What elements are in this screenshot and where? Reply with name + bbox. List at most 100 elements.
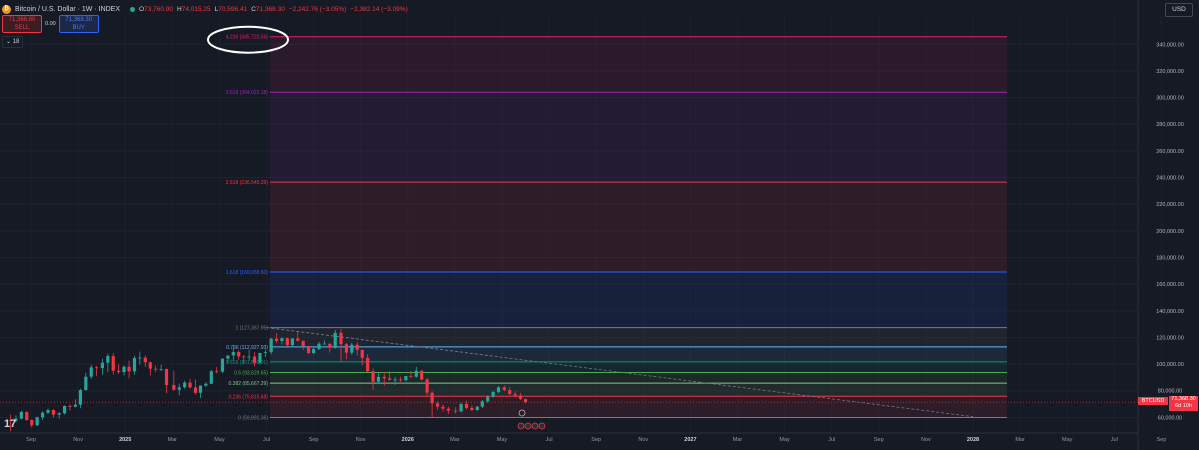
price-tick-label: 220,000.00 [1156,202,1184,208]
candle-body [414,370,418,377]
candle-body [464,404,469,409]
candle-body [269,338,273,353]
candle-body [122,366,126,373]
candle-body [486,396,490,402]
candle-body [454,410,458,412]
candle-body [242,356,246,358]
fib-level-label: 2.618 (236,545.29) [226,180,269,186]
candle-body [73,404,77,407]
candle-body [480,401,484,407]
candle-body [127,366,131,372]
symbol-header: ₿ Bitcoin / U.S. Dollar · 1W · INDEX O73… [2,2,408,16]
price-tick-label: 200,000.00 [1156,229,1184,235]
candle-body [252,356,257,363]
time-tick-label: 2026 [402,437,414,443]
candle-body [301,340,305,347]
candle-body [376,376,381,382]
candle-body [441,406,445,409]
candle-body [183,382,187,388]
candle-body [366,357,370,372]
candle-body [57,413,61,415]
fib-level-label: 4.236 (345,720.56) [226,35,269,41]
buy-price: 71,368.30 [65,17,93,23]
candle-body [274,338,279,342]
price-tick-label: 300,000.00 [1156,96,1184,102]
fib-level-label: 0.382 (85,667.29) [229,381,269,387]
time-tick-label: May [779,437,790,443]
candle-body [172,384,176,390]
time-tick-label: Mar [733,437,743,443]
price-tick-label: 340,000.00 [1156,42,1184,48]
last-price-value: 71,368.30 [1171,396,1196,402]
candle-body [30,420,34,426]
fib-extension-tool[interactable]: 0 (59,891.36) 0.236 (75,815.68) 0.382 (85,… [226,35,1007,422]
candle-body [84,376,88,391]
candle-body [132,358,137,372]
candle-body [518,395,523,400]
candle-body [425,379,429,393]
candle-body [198,385,203,393]
symbol-title[interactable]: Bitcoin / U.S. Dollar · 1W · INDEX [15,6,120,13]
ohlc-values: O73,760.90 H74,015.25 L70,596.41 C71,368… [139,6,408,13]
fib-band [270,372,1007,384]
candle-body [371,371,375,382]
time-tick-label: Nov [921,437,931,443]
price-tick-label: 240,000.00 [1156,176,1184,182]
candle-body [360,349,364,358]
time-tick-label: Mar [168,437,178,443]
sell-price: 71,368.80 [8,17,36,23]
fib-band [270,346,1007,362]
tradingview-logo[interactable]: 17 [4,418,16,430]
time-tick-label: May [497,437,508,443]
candle-body [193,387,198,393]
price-chart[interactable]: 0 (59,891.36) 0.236 (75,815.68) 0.382 (85,… [0,0,1199,450]
buy-button[interactable]: 71,368.30 BUY [58,15,99,33]
time-tick-label: Nov [356,437,366,443]
price-tick-label: 80,000.00 [1158,389,1182,395]
candle-body [154,368,158,370]
ohlc-change-alt: −2,382.14 (−3.09%) [350,5,408,13]
candle-body [231,352,235,356]
time-tick-label: May [214,437,225,443]
candle-body [290,338,294,346]
fib-band [270,383,1007,397]
candle-body [19,412,23,419]
time-axis[interactable]: Sep Nov 2025 Mar May Jul Sep Nov 2026 Mar May Jul Se… [26,437,1166,443]
fib-level-label: 1 (127,367.95) [235,326,268,332]
candle-body [350,344,354,353]
candle-body [280,338,284,342]
event-flag-icon [517,422,525,430]
candle-body [491,392,495,397]
time-tick-label: Sep [591,437,601,443]
candle-body [344,344,349,353]
time-tick-label: 2028 [967,437,979,443]
candle-body [226,355,230,359]
bitcoin-icon: ₿ [2,4,11,14]
candle-body [513,394,517,396]
ohlc-close: C71,368.30 [251,5,285,13]
time-tick-label: Sep [1157,437,1167,443]
event-flag-icon [524,422,532,430]
indicators-toggle-button[interactable]: ⌄ 18 [2,36,24,48]
bar-countdown: 6d 10h [1175,403,1192,409]
candle-body [285,338,289,346]
time-tick-label: Sep [874,437,884,443]
spread-value: 0.00 [45,21,56,27]
candle-body [164,368,169,385]
price-tick-label: 60,000.00 [1158,415,1182,421]
price-axis[interactable]: 60,000.00 80,000.00 100,000.00 120,000.00 14… [1156,42,1184,421]
currency-selector[interactable]: USD [1165,3,1193,17]
price-tick-label: 280,000.00 [1156,122,1184,128]
time-tick-label: Jul [1111,437,1118,443]
price-tick-label: 260,000.00 [1156,149,1184,155]
time-tick-label: 2025 [119,437,131,443]
ohlc-change: −2,242.76 (−3.05%) [288,5,347,13]
candle-body [339,332,343,345]
candle-body [475,406,479,411]
sell-button[interactable]: 71,368.80 SELL [2,15,42,33]
time-tick-label: Jul [263,437,270,443]
candle-body [312,349,316,353]
fib-level-label: 0.786 (112,927.93) [226,345,268,351]
time-tick-label: Nov [638,437,648,443]
candle-body [40,412,45,418]
